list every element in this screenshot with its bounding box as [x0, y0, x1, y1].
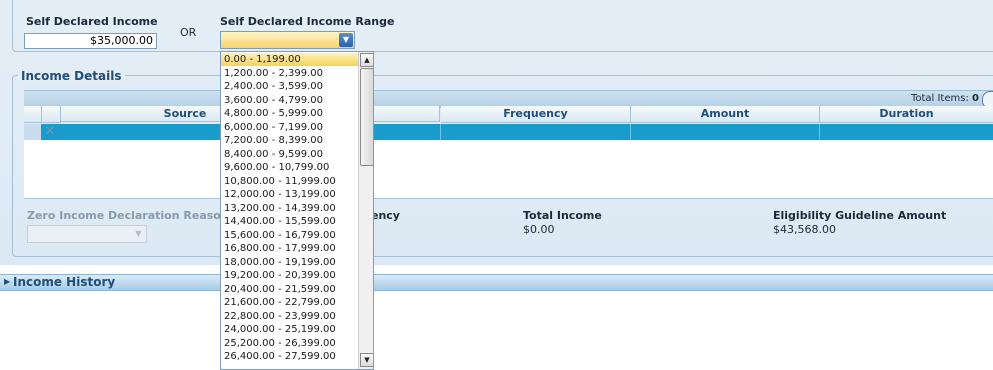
- column-header-frequency[interactable]: Frequency: [441, 106, 631, 123]
- dropdown-option[interactable]: 21,600.00 - 22,799.00: [221, 296, 360, 309]
- dropdown-option[interactable]: 8,400.00 - 9,599.00: [221, 148, 360, 161]
- delete-icon[interactable]: ✕: [41, 124, 59, 140]
- dropdown-option[interactable]: 9,600.00 - 10,799.00: [221, 161, 360, 174]
- dropdown-scrollbar[interactable]: ▲ ▼: [358, 52, 373, 369]
- scroll-up-icon[interactable]: ▲: [360, 53, 373, 67]
- eligibility-guideline-value: $43,568.00: [773, 223, 836, 236]
- dropdown-option[interactable]: 2,400.00 - 3,599.00: [221, 80, 360, 93]
- income-range-label: Self Declared Income Range: [220, 15, 395, 28]
- dropdown-option[interactable]: 12,000.00 - 13,199.00: [221, 188, 360, 201]
- dropdown-option[interactable]: 18,000.00 - 19,199.00: [221, 256, 360, 269]
- dropdown-option[interactable]: 1,200.00 - 2,399.00: [221, 67, 360, 80]
- dropdown-option[interactable]: 19,200.00 - 20,399.00: [221, 269, 360, 282]
- dropdown-option[interactable]: 25,200.00 - 26,399.00: [221, 337, 360, 350]
- self-declared-income-label: Self Declared Income: [26, 15, 158, 28]
- scrollbar-thumb[interactable]: [360, 68, 373, 166]
- dropdown-option[interactable]: 6,000.00 - 7,199.00: [221, 121, 360, 134]
- dropdown-option[interactable]: 22,800.00 - 23,999.00: [221, 310, 360, 323]
- chevron-down-icon[interactable]: ▼: [339, 33, 353, 47]
- grid-action-column: [42, 106, 61, 123]
- total-income-label: Total Income: [523, 209, 602, 222]
- dropdown-option[interactable]: 13,200.00 - 14,399.00: [221, 202, 360, 215]
- dropdown-option[interactable]: 3,600.00 - 4,799.00: [221, 94, 360, 107]
- grid-select-column: [24, 106, 42, 123]
- dropdown-option[interactable]: 0.00 - 1,199.00: [221, 53, 360, 66]
- dropdown-option[interactable]: 7,200.00 - 8,399.00: [221, 134, 360, 147]
- self-declared-income-input[interactable]: [24, 33, 157, 49]
- dropdown-option[interactable]: 24,000.00 - 25,199.00: [221, 323, 360, 336]
- column-header-amount[interactable]: Amount: [631, 106, 820, 123]
- income-details-legend: Income Details: [18, 69, 125, 83]
- scroll-down-icon[interactable]: ▼: [360, 353, 373, 367]
- frequency-partial-label: ency: [371, 209, 400, 222]
- eligibility-guideline-label: Eligibility Guideline Amount: [773, 209, 947, 222]
- income-history-label: Income History: [13, 275, 116, 289]
- income-range-select[interactable]: ▼: [220, 31, 355, 49]
- dropdown-option[interactable]: 10,800.00 - 11,999.00: [221, 175, 360, 188]
- dropdown-option[interactable]: 14,400.00 - 15,599.00: [221, 215, 360, 228]
- total-items-count: 0: [972, 93, 979, 104]
- total-items-label: Total Items:: [910, 93, 969, 104]
- column-header-duration[interactable]: Duration: [820, 106, 993, 123]
- total-items: Total Items: 0: [911, 93, 979, 104]
- dropdown-option[interactable]: 15,600.00 - 16,799.00: [221, 229, 360, 242]
- zero-income-reason-select[interactable]: ▼: [27, 225, 147, 243]
- zero-income-reason-label: Zero Income Declaration Reason: [27, 209, 229, 222]
- row-select-cell[interactable]: [24, 124, 41, 140]
- dropdown-option[interactable]: 26,400.00 - 27,599.00: [221, 350, 360, 363]
- income-history-header[interactable]: ▶ Income History: [0, 274, 993, 291]
- or-label: OR: [180, 26, 197, 39]
- expand-icon[interactable]: ▶: [4, 277, 10, 286]
- income-declaration-group: [12, 0, 993, 52]
- dropdown-option[interactable]: 4,800.00 - 5,999.00: [221, 107, 360, 120]
- chevron-down-icon[interactable]: ▼: [132, 227, 145, 241]
- income-range-dropdown-list[interactable]: 0.00 - 1,199.00 1,200.00 - 2,399.00 2,400.…: [220, 51, 374, 370]
- dropdown-option[interactable]: 16,800.00 - 17,999.00: [221, 242, 360, 255]
- table-row[interactable]: [24, 124, 993, 140]
- total-income-value: $0.00: [523, 223, 555, 236]
- grid-body: [24, 140, 993, 199]
- dropdown-option[interactable]: 20,400.00 - 21,599.00: [221, 283, 360, 296]
